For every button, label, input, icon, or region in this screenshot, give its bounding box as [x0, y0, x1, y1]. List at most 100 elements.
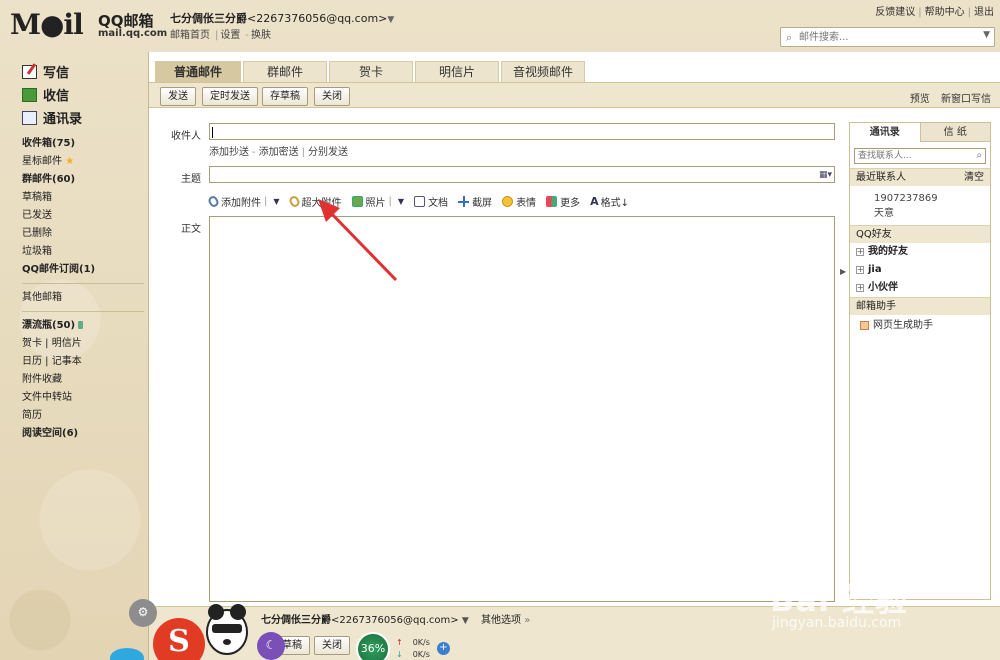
moon-widget-icon[interactable]: ☾: [257, 632, 285, 660]
contact-search-input[interactable]: [858, 150, 968, 162]
network-speed-ball[interactable]: 36%: [356, 632, 390, 660]
new-window-link[interactable]: 新窗口写信: [941, 94, 991, 105]
folder-group-mail[interactable]: 群邮件(60): [22, 171, 142, 189]
search-icon[interactable]: ⌕: [976, 150, 982, 161]
folder-drafts[interactable]: 草稿箱: [22, 189, 142, 207]
friend-group[interactable]: + 我的好友: [850, 243, 990, 261]
compose-link[interactable]: 写信: [22, 60, 142, 83]
chevron-down-icon[interactable]: ▼: [273, 197, 279, 206]
resume-link[interactable]: 简历: [22, 407, 142, 425]
settings-link[interactable]: 设置: [220, 30, 240, 41]
expand-icon[interactable]: +: [856, 284, 864, 292]
close-button[interactable]: 关闭: [314, 87, 350, 106]
upload-arrow-icon: ↑: [396, 638, 403, 647]
clear-recent-link[interactable]: 清空: [964, 169, 984, 187]
subject-options-icon[interactable]: ▦▾: [819, 170, 832, 180]
add-cc-link[interactable]: 添加抄送: [209, 147, 249, 158]
preview-link[interactable]: 预览: [910, 94, 930, 105]
save-draft-button[interactable]: 存草稿: [262, 87, 308, 106]
add-bcc-link[interactable]: 添加密送: [259, 147, 299, 158]
send-button[interactable]: 发送: [160, 87, 196, 106]
download-arrow-icon: ↓: [396, 650, 403, 659]
change-skin-link[interactable]: 换肤: [251, 30, 271, 41]
friend-group-label: 小伙伴: [868, 282, 898, 293]
add-attachment-button[interactable]: 添加附件 | ▼: [206, 194, 280, 209]
toolbar-right-links: 预览 新窗口写信: [902, 90, 991, 105]
photo-button[interactable]: 照片 | ▼: [351, 194, 404, 209]
divider: [22, 311, 144, 312]
folder-subscriptions[interactable]: QQ邮件订阅(1): [22, 261, 142, 279]
folder-junk[interactable]: 垃圾箱: [22, 243, 142, 261]
folder-sent[interactable]: 已发送: [22, 207, 142, 225]
tab-av-mail[interactable]: 音视频邮件: [501, 61, 585, 83]
mailbox-home-link[interactable]: 邮箱首页: [170, 30, 210, 41]
double-chevron-down-icon: »: [524, 615, 531, 626]
emoticon-icon: [502, 196, 514, 207]
recent-contact[interactable]: 1907237869: [850, 191, 990, 206]
body-label: 正文: [181, 224, 201, 235]
format-button[interactable]: A 格式↓: [590, 194, 629, 209]
screenshot-label: 截屏: [472, 198, 493, 209]
attachment-favorites-link[interactable]: 附件收藏: [22, 371, 142, 389]
screenshot-button[interactable]: 截屏: [458, 194, 492, 209]
logout-link[interactable]: 退出: [974, 7, 994, 18]
bottle-icon: [78, 321, 84, 329]
subject-field[interactable]: ▦▾: [209, 166, 835, 183]
photo-icon: [351, 196, 363, 207]
calendar-notes-link[interactable]: 日历 | 记事本: [22, 353, 142, 371]
recent-contact[interactable]: 天意: [850, 206, 990, 221]
feedback-link[interactable]: 反馈建议: [875, 7, 915, 18]
to-label: 收件人: [171, 131, 201, 142]
folder-deleted[interactable]: 已删除: [22, 225, 142, 243]
tab-contacts[interactable]: 通讯录: [850, 123, 920, 142]
chevron-down-icon[interactable]: ▼: [462, 616, 469, 626]
tab-letterhead[interactable]: 信 纸: [919, 123, 990, 142]
friend-group[interactable]: + 小伙伴: [850, 279, 990, 297]
tab-group-mail[interactable]: 群邮件: [243, 61, 327, 83]
cards-postcards-link[interactable]: 贺卡 | 明信片: [22, 335, 142, 353]
folder-drift-bottle[interactable]: 漂流瓶(50): [22, 317, 142, 335]
other-mailbox-link[interactable]: 其他邮箱: [22, 289, 142, 307]
more-button[interactable]: 更多: [546, 194, 580, 209]
receive-link[interactable]: 收信: [22, 83, 142, 106]
contact-search-box[interactable]: ⌕: [854, 148, 986, 164]
contacts-link[interactable]: 通讯录: [22, 106, 142, 129]
help-link[interactable]: 帮助中心: [925, 7, 965, 18]
other-options-link[interactable]: 其他选项 »: [481, 611, 530, 626]
chevron-down-icon[interactable]: ▼: [983, 30, 990, 40]
chevron-down-icon[interactable]: ▼: [387, 15, 394, 25]
large-attachment-button[interactable]: 超大附件: [287, 194, 342, 209]
webpage-generator-link[interactable]: 网页生成助手: [850, 315, 990, 337]
folder-starred[interactable]: 星标邮件 ★: [22, 153, 142, 171]
document-button[interactable]: 文档: [414, 194, 448, 209]
sidebar: 写信 收信 通讯录 收件箱(75) 星标邮件 ★ 群邮件(60) 草稿箱 已发送…: [22, 60, 144, 443]
add-icon[interactable]: +: [437, 642, 450, 655]
bottom-close-button[interactable]: 关闭: [314, 636, 350, 655]
upload-rate: 0K/s: [412, 638, 430, 647]
mail-logo[interactable]: M●il: [10, 8, 84, 41]
friend-group[interactable]: + jia: [850, 261, 990, 279]
tab-normal-mail[interactable]: 普通邮件: [155, 61, 241, 83]
chevron-down-icon[interactable]: ▼: [398, 197, 404, 206]
expand-icon[interactable]: +: [856, 266, 864, 274]
reading-space-link[interactable]: 阅读空间(6): [22, 425, 142, 443]
tab-greeting-card[interactable]: 贺卡: [329, 61, 413, 83]
sender-selector[interactable]: 七分倜伥三分爵<2267376056@qq.com> ▼: [261, 611, 469, 626]
settings-ball-icon[interactable]: ⚙: [129, 599, 157, 627]
body-editor[interactable]: [209, 216, 835, 602]
more-icon: [546, 196, 558, 207]
mail-search-input[interactable]: [799, 30, 969, 44]
panda-pet-icon[interactable]: [202, 600, 252, 658]
file-transfer-link[interactable]: 文件中转站: [22, 389, 142, 407]
emoticon-button[interactable]: 表情: [502, 194, 536, 209]
mail-search-box[interactable]: ⌕ ▼: [780, 27, 995, 47]
scheduled-send-button[interactable]: 定时发送: [202, 87, 258, 106]
send-separately-link[interactable]: 分别发送: [308, 147, 348, 158]
chevron-right-icon[interactable]: ▶: [840, 267, 846, 276]
folder-inbox[interactable]: 收件箱(75): [22, 135, 142, 153]
account-info: 七分倜伥三分爵<2267376056@qq.com>▼: [170, 10, 394, 26]
expand-icon[interactable]: +: [856, 248, 864, 256]
tab-postcard[interactable]: 明信片: [415, 61, 499, 83]
to-field[interactable]: [209, 123, 835, 140]
recent-contacts-title: 最近联系人: [856, 172, 906, 183]
